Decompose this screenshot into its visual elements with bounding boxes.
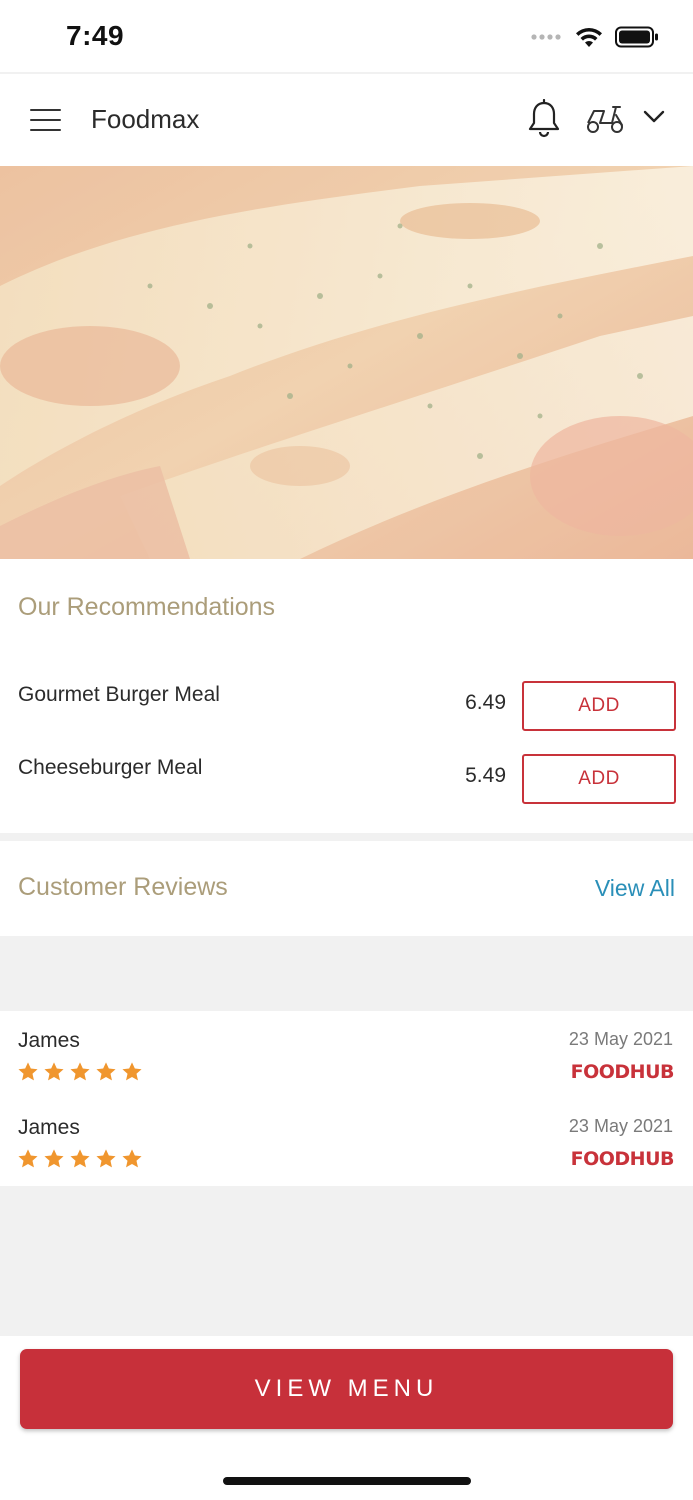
hero-food-image (0, 166, 693, 559)
star-icon (70, 1062, 90, 1081)
item-price: 5.49 (465, 764, 506, 787)
view-all-link[interactable]: View All (595, 875, 675, 902)
star-icon (96, 1062, 116, 1081)
star-icon (44, 1062, 64, 1081)
recommendations-section: Our Recommendations Gourmet Burger Meal … (0, 559, 693, 833)
foodhub-logo: FOODHUB (570, 1061, 675, 1083)
add-button[interactable]: ADD (522, 754, 676, 804)
star-icon (18, 1149, 38, 1168)
foodhub-logo: FOODHUB (570, 1148, 675, 1170)
status-time: 7:49 (66, 20, 125, 51)
reviewer-name: James (18, 1116, 80, 1139)
star-icon (70, 1149, 90, 1168)
star-rating (17, 1148, 143, 1170)
status-icons (531, 26, 659, 48)
view-menu-button[interactable]: VIEW MENU (20, 1349, 673, 1429)
add-button[interactable]: ADD (522, 681, 676, 731)
star-icon (18, 1062, 38, 1081)
wifi-icon (576, 27, 602, 47)
bottom-bar: VIEW MENU (0, 1336, 693, 1500)
star-rating (17, 1061, 143, 1083)
star-icon (122, 1149, 142, 1168)
item-name: Cheeseburger Meal (18, 756, 203, 779)
chevron-down-icon[interactable] (643, 110, 665, 124)
star-icon (44, 1149, 64, 1168)
bell-icon[interactable] (526, 99, 562, 139)
reviews-header: Customer Reviews View All (0, 841, 693, 936)
cellular-signal-icon (531, 34, 561, 40)
recommendation-item: Cheeseburger Meal 5.49 ADD (0, 754, 693, 806)
hamburger-menu-icon[interactable] (30, 109, 61, 132)
battery-icon (615, 26, 658, 48)
item-name: Gourmet Burger Meal (18, 683, 220, 706)
app-header: Foodmax (0, 74, 693, 166)
status-bar: 7:49 (0, 0, 693, 72)
reviewer-name: James (18, 1029, 80, 1052)
item-price: 6.49 (465, 691, 506, 714)
review-item: James 23 May 2021 FOODHUB (0, 1011, 693, 1091)
reviews-title: Customer Reviews (18, 873, 228, 901)
star-icon (96, 1149, 116, 1168)
reviews-list: James 23 May 2021 FOODHUB James 23 May 2… (0, 1011, 693, 1186)
review-item: James 23 May 2021 FOODHUB (0, 1098, 693, 1178)
recommendation-item: Gourmet Burger Meal 6.49 ADD (0, 681, 693, 733)
home-indicator[interactable] (223, 1477, 471, 1485)
delivery-scooter-icon[interactable] (584, 103, 626, 135)
star-icon (122, 1062, 142, 1081)
app-title: Foodmax (91, 104, 200, 134)
recommendations-title: Our Recommendations (18, 593, 276, 621)
review-date: 23 May 2021 (568, 1029, 673, 1049)
review-date: 23 May 2021 (568, 1116, 673, 1136)
